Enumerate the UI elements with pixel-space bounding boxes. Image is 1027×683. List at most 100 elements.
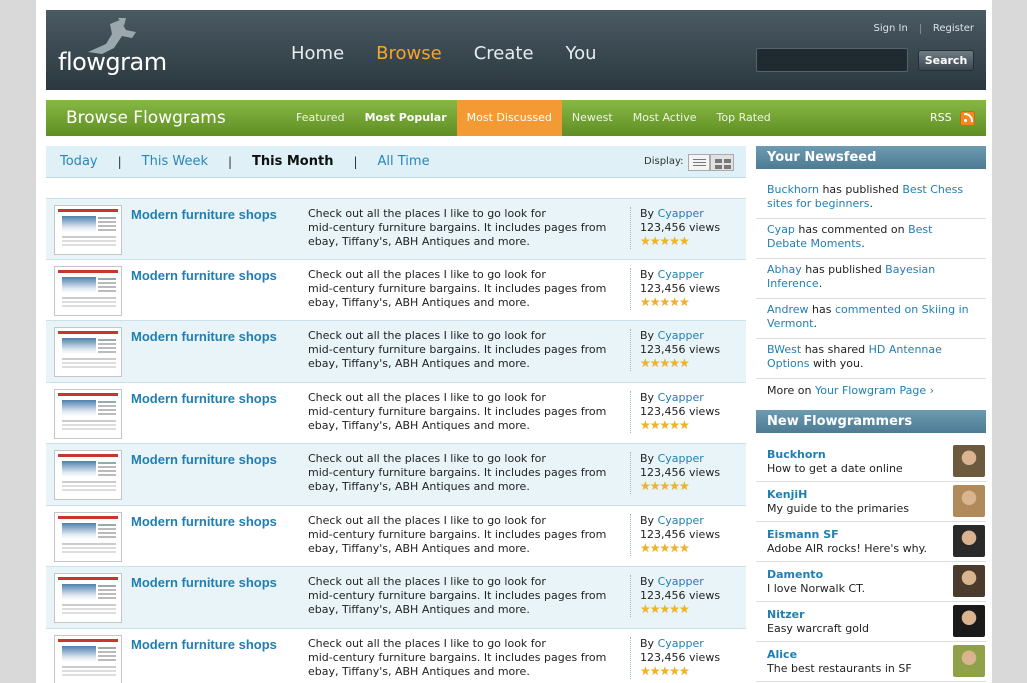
flowgram-title[interactable]: Modern furniture shops	[131, 452, 277, 467]
flowgram-thumbnail[interactable]	[54, 327, 122, 377]
flowgram-thumbnail[interactable]	[54, 511, 122, 562]
flowgram-row: Modern furniture shops Check out all the …	[46, 383, 746, 444]
new-flowgrammers: Buckhorn How to get a date online KenjiH My…	[756, 442, 986, 682]
flowgram-page-link[interactable]: Your Flowgram Page ›	[815, 384, 934, 397]
nav-browse[interactable]: Browse	[376, 43, 442, 64]
avatar[interactable]	[953, 445, 985, 477]
flowgram-description: Check out all the places I like to go lo…	[308, 329, 618, 371]
sign-in-link[interactable]: Sign In	[874, 23, 908, 34]
list-view-icon[interactable]	[688, 154, 710, 171]
flowgrammer-name[interactable]: Nitzer	[767, 608, 975, 622]
avatar[interactable]	[953, 525, 985, 557]
nav-create[interactable]: Create	[474, 43, 534, 64]
news-actor-link[interactable]: Buckhorn	[767, 183, 819, 196]
author-link[interactable]: Cyapper	[658, 637, 704, 650]
flowgram-title[interactable]: Modern furniture shops	[131, 514, 277, 529]
flowgram-thumbnail[interactable]	[54, 450, 122, 500]
avatar[interactable]	[953, 605, 985, 637]
filter-all-time[interactable]: All Time	[378, 154, 430, 169]
flowgram-meta: By Cyapper 123,456 views ★★★★★ ★★★★★	[630, 513, 720, 556]
byline: By Cyapper	[640, 637, 720, 651]
tab-featured[interactable]: Featured	[286, 100, 355, 136]
news-tail: .	[813, 317, 818, 330]
star-rating[interactable]: ★★★★★ ★★★★★	[640, 296, 720, 308]
avatar[interactable]	[953, 645, 985, 677]
flowgram-title[interactable]: Modern furniture shops	[131, 329, 277, 344]
newsfeed: Buckhorn has published Best Chess sites …	[756, 179, 986, 402]
tab-most-discussed[interactable]: Most Discussed	[456, 100, 562, 136]
flowgrammer-item: Alice The best restaurants in SF	[756, 642, 986, 682]
avatar[interactable]	[953, 485, 985, 517]
rss-icon[interactable]	[960, 111, 975, 126]
author-link[interactable]: Cyapper	[658, 268, 704, 281]
view-count: 123,456 views	[640, 404, 721, 418]
news-actor-link[interactable]: Andrew	[767, 303, 809, 316]
flowgram-thumbnail[interactable]	[54, 388, 122, 439]
flowgram-title[interactable]: Modern furniture shops	[131, 391, 277, 406]
new-flowgrammers-heading: New Flowgrammers	[756, 410, 986, 433]
news-actor-link[interactable]: Cyap	[767, 223, 795, 236]
grid-view-icon[interactable]	[710, 154, 734, 171]
flowgrammer-name[interactable]: Buckhorn	[767, 448, 975, 462]
flowgram-description: Check out all the places I like to go lo…	[308, 637, 618, 679]
flowgrammer-name[interactable]: Eismann SF	[767, 528, 975, 542]
filter-this-week[interactable]: This Week	[142, 154, 208, 169]
news-action: has published	[818, 183, 903, 196]
star-rating[interactable]: ★★★★★ ★★★★★	[640, 480, 720, 492]
star-rating[interactable]: ★★★★★ ★★★★★	[640, 419, 720, 431]
author-link[interactable]: Cyapper	[658, 391, 704, 404]
flowgram-thumbnail[interactable]	[54, 205, 122, 255]
star-rating[interactable]: ★★★★★ ★★★★★	[640, 542, 720, 554]
flowgrammer-name[interactable]: Damento	[767, 568, 975, 582]
newsfeed-more: More on Your Flowgram Page ›	[756, 379, 986, 402]
flowgram-thumbnail[interactable]	[54, 634, 122, 683]
star-rating[interactable]: ★★★★★ ★★★★★	[640, 357, 720, 369]
star-rating[interactable]: ★★★★★ ★★★★★	[640, 603, 720, 615]
tab-most-active[interactable]: Most Active	[623, 100, 707, 136]
nav-home[interactable]: Home	[291, 43, 344, 64]
flowgrammer-desc: My guide to the primaries	[767, 502, 909, 515]
star-rating[interactable]: ★★★★★ ★★★★★	[640, 235, 720, 247]
flowgram-thumbnail[interactable]	[54, 265, 122, 316]
news-actor-link[interactable]: Abhay	[767, 263, 802, 276]
flowgrammer-name[interactable]: KenjiH	[767, 488, 975, 502]
search-input[interactable]	[756, 48, 908, 72]
filter-today[interactable]: Today	[60, 154, 98, 169]
view-count: 123,456 views	[640, 650, 721, 664]
flowgram-title[interactable]: Modern furniture shops	[131, 575, 277, 590]
flowgrammer-name[interactable]: Alice	[767, 648, 975, 662]
flowgram-title[interactable]: Modern furniture shops	[131, 637, 277, 652]
filter-this-month[interactable]: This Month	[252, 154, 333, 169]
news-item: Abhay has published Bayesian Inference.	[756, 259, 986, 299]
star-rating[interactable]: ★★★★★ ★★★★★	[640, 665, 720, 677]
description-line: Check out all the places I like to go lo…	[308, 636, 546, 650]
description-line: mid-century furniture bargains. It inclu…	[308, 343, 607, 356]
flowgram-thumbnail[interactable]	[54, 573, 122, 623]
rss-link[interactable]: RSS	[930, 111, 952, 124]
news-item: Buckhorn has published Best Chess sites …	[756, 179, 986, 219]
byline: By Cyapper	[640, 207, 720, 221]
news-actor-link[interactable]: BWest	[767, 343, 801, 356]
author-link[interactable]: Cyapper	[658, 207, 704, 220]
tab-newest[interactable]: Newest	[562, 100, 623, 136]
by-label: By	[640, 207, 658, 220]
author-link[interactable]: Cyapper	[658, 329, 704, 342]
register-link[interactable]: Register	[933, 23, 974, 34]
flowgram-meta: By Cyapper 123,456 views ★★★★★ ★★★★★	[630, 267, 720, 310]
description-line: mid-century furniture bargains. It inclu…	[308, 281, 607, 295]
description-line: Check out all the places I like to go lo…	[308, 513, 546, 527]
flowgram-title[interactable]: Modern furniture shops	[131, 207, 277, 222]
flowgram-title[interactable]: Modern furniture shops	[131, 268, 277, 283]
author-link[interactable]: Cyapper	[658, 452, 704, 465]
author-link[interactable]: Cyapper	[658, 514, 704, 527]
tab-top-rated[interactable]: Top Rated	[707, 100, 781, 136]
search-button[interactable]: Search	[918, 50, 974, 71]
tab-most-popular[interactable]: Most Popular	[355, 100, 457, 136]
nav-you[interactable]: You	[566, 43, 597, 64]
avatar[interactable]	[953, 565, 985, 597]
newsfeed-heading: Your Newsfeed	[756, 146, 986, 169]
description-line: ebay, Tiffany's, ABH Antiques and more.	[308, 664, 530, 678]
news-item: Andrew has commented on Skiing in Vermon…	[756, 299, 986, 339]
flowgram-meta: By Cyapper 123,456 views ★★★★★ ★★★★★	[630, 207, 720, 249]
author-link[interactable]: Cyapper	[658, 575, 704, 588]
